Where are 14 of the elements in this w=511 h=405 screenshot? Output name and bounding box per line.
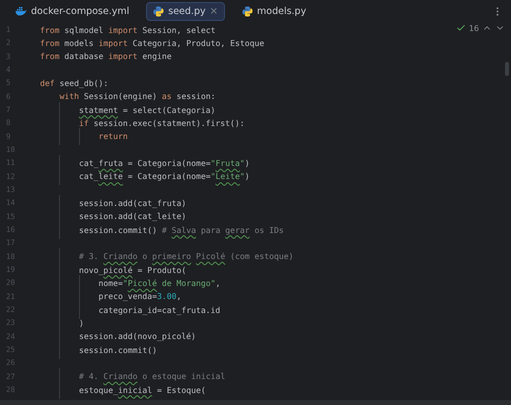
python-file-icon xyxy=(153,6,164,16)
code-line: from database import engine xyxy=(40,51,172,62)
code-line: from models import Categoria, Produto, Estoque xyxy=(40,38,264,48)
whale-icon xyxy=(15,6,27,16)
code-line: with Session(engine) as session: xyxy=(58,91,216,102)
file-tab[interactable]: seed.py × xyxy=(146,2,225,20)
code-line: def seed_db(): xyxy=(40,78,108,88)
code-line: from sqlmodel import Session, select xyxy=(40,24,216,35)
check-icon[interactable] xyxy=(456,23,466,33)
python-file-icon xyxy=(242,6,253,16)
scrollbar-thumb[interactable] xyxy=(505,62,509,76)
inspection-count[interactable]: 16 xyxy=(468,24,479,32)
file-tab[interactable]: docker-compose.yml xyxy=(8,2,136,20)
file-tab[interactable]: models.py xyxy=(235,2,314,20)
